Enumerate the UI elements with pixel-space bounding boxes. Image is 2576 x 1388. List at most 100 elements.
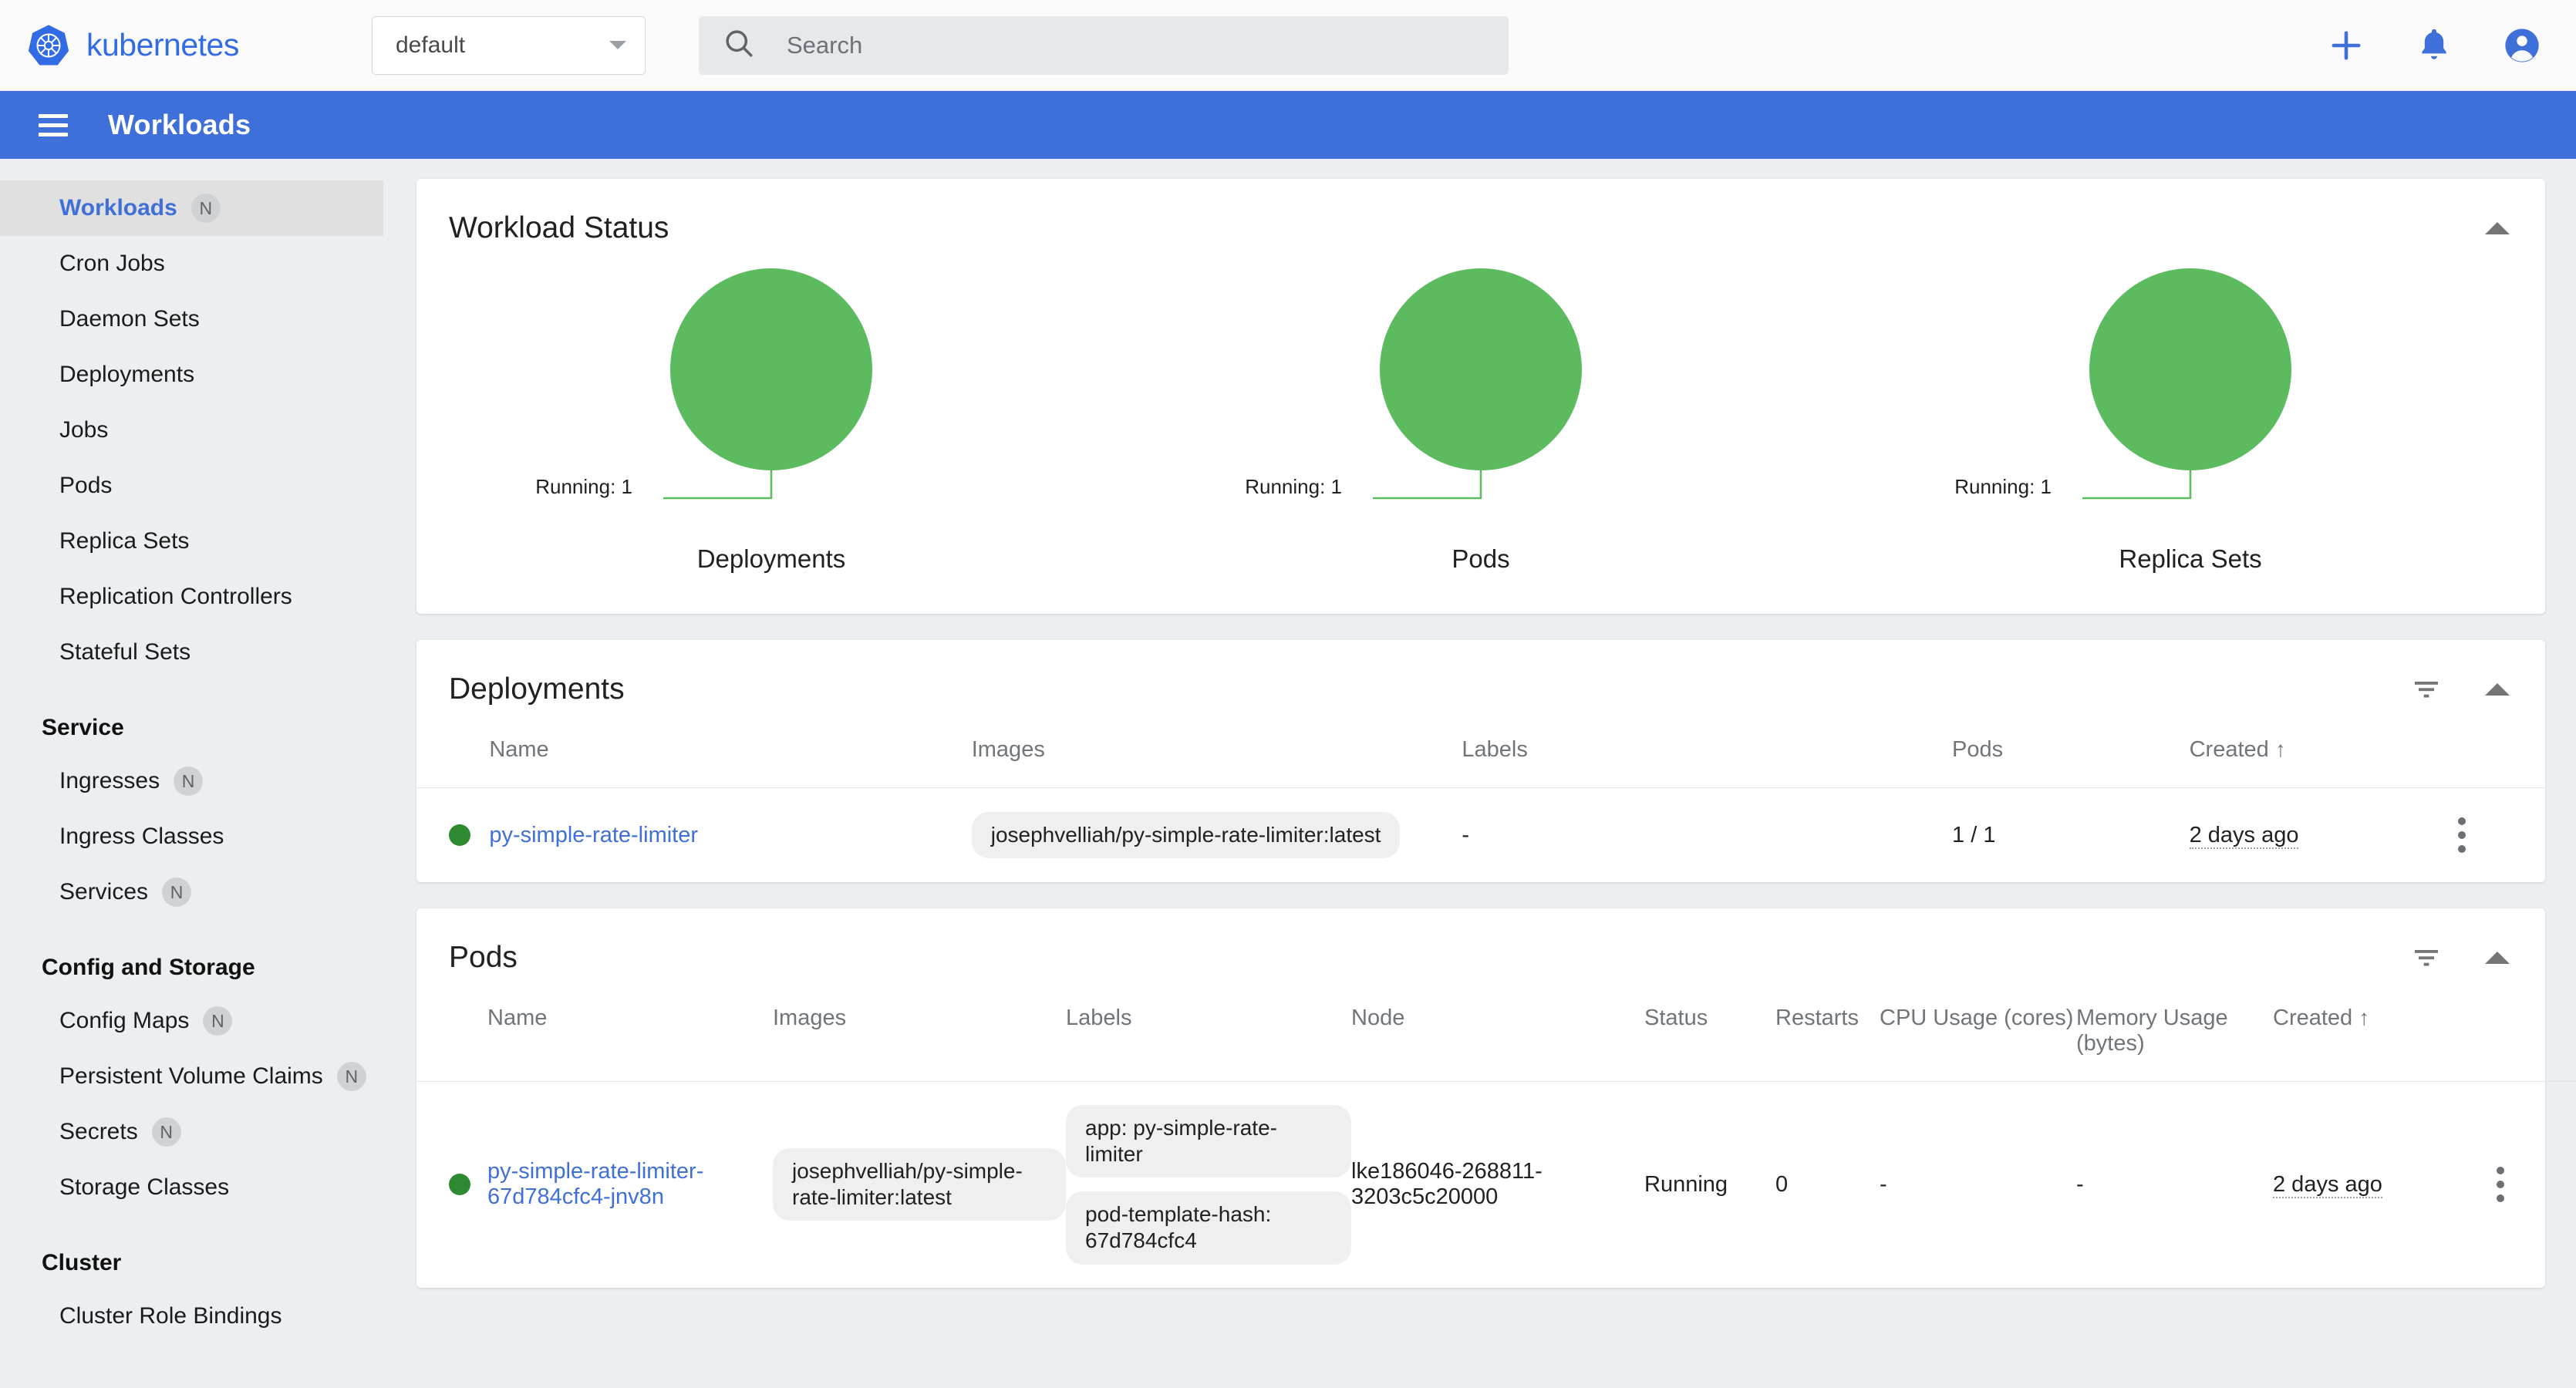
namespaced-badge: N xyxy=(203,1006,233,1036)
sidebar-item-cron-jobs[interactable]: Cron Jobs xyxy=(0,236,383,291)
th-created[interactable]: Created ↑ xyxy=(2189,706,2459,788)
sidebar-item-deployments[interactable]: Deployments xyxy=(0,347,383,403)
status-chart-title: Deployments xyxy=(696,544,846,573)
card-tools xyxy=(2411,674,2510,705)
status-chart-replica-sets: Running: 1 Replica Sets xyxy=(1836,268,2545,574)
sidebar-item-label: Secrets xyxy=(59,1119,138,1144)
sidebar-item-services[interactable]: Services N xyxy=(0,864,383,920)
sidebar-item-label: Ingress Classes xyxy=(59,824,224,849)
search-icon xyxy=(722,26,756,64)
sidebar-item-config-maps[interactable]: Config Maps N xyxy=(0,993,383,1049)
sidebar-item-stateful-sets[interactable]: Stateful Sets xyxy=(0,625,383,680)
collapse-icon[interactable] xyxy=(2485,952,2510,964)
image-chip: josephvelliah/py-simple-rate-limiter:lat… xyxy=(971,811,1401,859)
status-chart-title: Pods xyxy=(1452,544,1510,573)
sidebar-item-label: Ingresses xyxy=(59,768,160,793)
status-legend-label: Running: 1 xyxy=(535,475,632,498)
search-input[interactable] xyxy=(787,31,1485,59)
status-legend-label: Running: 1 xyxy=(1954,475,2052,498)
sidebar-item-label: Workloads xyxy=(59,195,177,221)
sidebar-item-label: Replication Controllers xyxy=(59,584,292,609)
search-bar[interactable] xyxy=(699,15,1509,75)
pod-name-link[interactable]: py-simple-rate-limiter-67d784cfc4-jnv8n xyxy=(487,1159,703,1209)
th-created-label: Created xyxy=(2189,737,2269,762)
th-node[interactable]: Node xyxy=(1351,975,1644,1082)
sidebar-item-label: Daemon Sets xyxy=(59,306,200,332)
status-chart-title: Replica Sets xyxy=(2119,544,2262,573)
card-header: Pods xyxy=(416,908,2545,975)
sidebar-item-ingress-classes[interactable]: Ingress Classes xyxy=(0,809,383,864)
th-labels[interactable]: Labels xyxy=(1462,706,1953,788)
workload-status-charts: Running: 1 Deployments Running: 1 Pods R… xyxy=(416,245,2545,614)
sidebar-item-pods[interactable]: Pods xyxy=(0,458,383,514)
status-donut-icon xyxy=(670,268,872,470)
sidebar-item-label: Config Maps xyxy=(59,1008,190,1033)
sidebar-item-daemon-sets[interactable]: Daemon Sets xyxy=(0,291,383,347)
sidebar-item-label: Services xyxy=(59,879,149,905)
card-header: Deployments xyxy=(416,640,2545,706)
sidebar-item-replica-sets[interactable]: Replica Sets xyxy=(0,514,383,569)
th-actions xyxy=(2458,706,2545,788)
menu-hamburger-icon[interactable] xyxy=(39,109,68,142)
card-title: Workload Status xyxy=(449,211,669,244)
sidebar-item-jobs[interactable]: Jobs xyxy=(0,403,383,458)
collapse-icon[interactable] xyxy=(2485,683,2510,696)
card-tools xyxy=(2485,222,2510,234)
sidebar-item-secrets[interactable]: Secrets N xyxy=(0,1104,383,1160)
filter-icon[interactable] xyxy=(2411,942,2442,973)
deployments-table: Name Images Labels Pods Created ↑ py-sim… xyxy=(416,706,2545,882)
table-row[interactable]: py-simple-rate-limiter josephvelliah/py-… xyxy=(416,788,2545,883)
th-memory-usage[interactable]: Memory Usage (bytes) xyxy=(2076,975,2273,1082)
namespaced-badge: N xyxy=(336,1062,366,1091)
sidebar-item-label: Cron Jobs xyxy=(59,251,165,276)
th-status-dot xyxy=(416,975,487,1082)
collapse-icon[interactable] xyxy=(2485,222,2510,234)
table-row[interactable]: py-simple-rate-limiter-67d784cfc4-jnv8n … xyxy=(416,1082,2576,1288)
image-chip: josephvelliah/py-simple-rate-limiter:lat… xyxy=(773,1148,1066,1221)
deployment-name-link[interactable]: py-simple-rate-limiter xyxy=(489,823,698,847)
sidebar-section-cluster: Cluster xyxy=(42,1250,122,1275)
th-name[interactable]: Name xyxy=(487,975,773,1082)
sidebar-item-cluster-role-bindings[interactable]: Cluster Role Bindings xyxy=(0,1289,383,1344)
card-header: Workload Status xyxy=(416,179,2545,245)
sidebar-item-workloads[interactable]: Workloads N xyxy=(0,180,383,236)
sort-ascending-icon: ↑ xyxy=(2359,1006,2370,1029)
th-labels[interactable]: Labels xyxy=(1066,975,1351,1082)
status-ok-icon xyxy=(449,1174,470,1196)
filter-icon[interactable] xyxy=(2411,674,2442,705)
sidebar-item-storage-classes[interactable]: Storage Classes xyxy=(0,1160,383,1215)
account-circle-icon[interactable] xyxy=(2502,25,2542,66)
cell-pods: 1 / 1 xyxy=(1952,822,1996,847)
main-content: Workload Status Running: 1 Deployments R… xyxy=(383,159,2576,1388)
status-chart-pods: Running: 1 Pods xyxy=(1126,268,1836,574)
th-images[interactable]: Images xyxy=(773,975,1066,1082)
cell-actions xyxy=(2458,788,2545,883)
namespace-select[interactable]: default xyxy=(372,15,646,75)
workload-status-card: Workload Status Running: 1 Deployments R… xyxy=(416,179,2545,614)
th-pods[interactable]: Pods xyxy=(1952,706,2190,788)
row-menu-icon[interactable] xyxy=(2497,1167,2576,1203)
status-donut-icon xyxy=(2089,268,2291,470)
sidebar-item-replication-controllers[interactable]: Replication Controllers xyxy=(0,569,383,625)
sidebar-item-ingresses[interactable]: Ingresses N xyxy=(0,753,383,809)
notifications-bell-icon[interactable] xyxy=(2414,25,2454,66)
sidebar-item-label: Replica Sets xyxy=(59,528,190,554)
row-menu-icon[interactable] xyxy=(2458,817,2545,853)
status-ok-icon xyxy=(449,824,470,846)
th-images[interactable]: Images xyxy=(971,706,1462,788)
th-name[interactable]: Name xyxy=(489,706,972,788)
th-cpu-usage[interactable]: CPU Usage (cores) xyxy=(1880,975,2076,1082)
row-status-dot-cell xyxy=(416,1082,487,1288)
sidebar: Workloads N Cron Jobs Daemon Sets Deploy… xyxy=(0,159,383,1388)
th-status[interactable]: Status xyxy=(1644,975,1775,1082)
card-tools xyxy=(2411,942,2510,973)
kubernetes-logo-icon xyxy=(26,23,71,68)
brand[interactable]: kubernetes xyxy=(26,23,366,68)
table-header-row: Name Images Labels Node Status Restarts … xyxy=(416,975,2576,1082)
th-created[interactable]: Created ↑ xyxy=(2273,975,2497,1082)
th-restarts[interactable]: Restarts xyxy=(1775,975,1880,1082)
add-icon[interactable] xyxy=(2326,25,2366,66)
leader-line: Running: 1 xyxy=(1836,470,2545,517)
sidebar-item-persistent-volume-claims[interactable]: Persistent Volume Claims N xyxy=(0,1049,383,1104)
chevron-down-icon xyxy=(609,41,626,49)
